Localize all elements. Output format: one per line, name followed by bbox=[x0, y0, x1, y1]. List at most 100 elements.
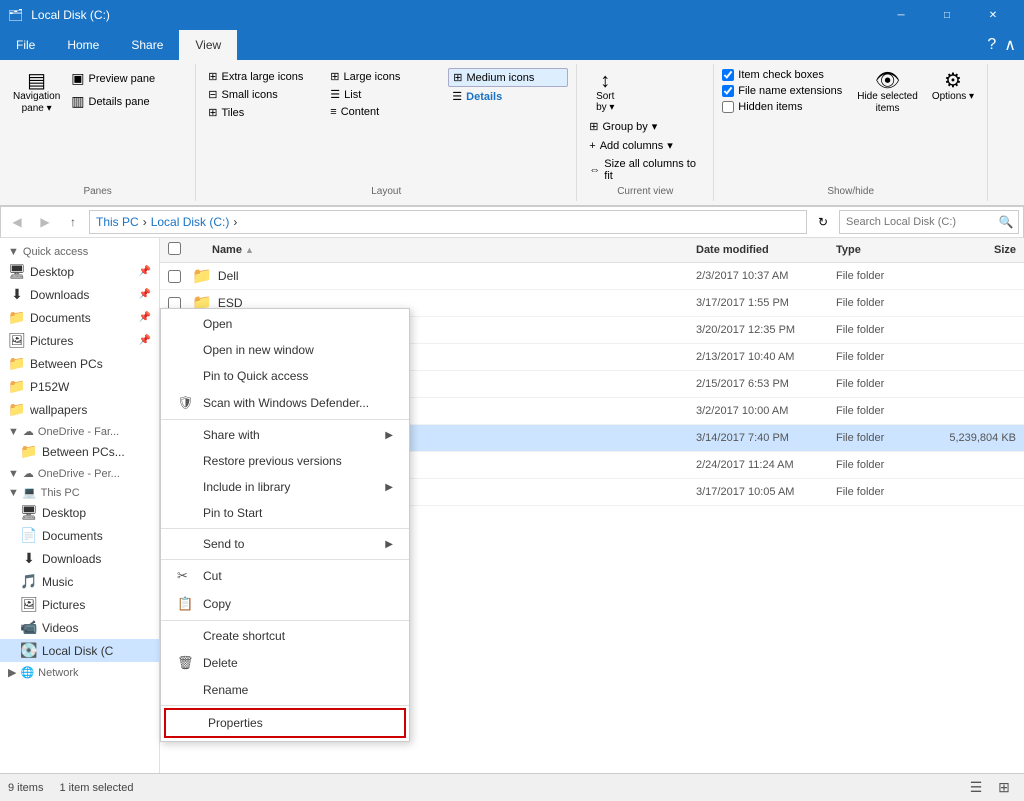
nav-pane-icon: ▤ bbox=[27, 71, 46, 91]
music-icon: 🎵 bbox=[20, 573, 38, 590]
sidebar-item-label: Desktop bbox=[42, 506, 151, 520]
file-name-extensions-checkbox[interactable]: File name extensions bbox=[722, 84, 842, 98]
sidebar-item-between-pcs-od[interactable]: 📁 Between PCs... bbox=[0, 440, 159, 463]
size-all-columns-button[interactable]: ⇔Size all columns to fit bbox=[585, 156, 705, 184]
add-columns-button[interactable]: +Add columns▾ bbox=[585, 137, 705, 154]
onedrive1-header[interactable]: ▼ ☁ OneDrive - Far... bbox=[0, 421, 159, 440]
sidebar-item-downloads[interactable]: ⬇ Downloads 📌 bbox=[0, 283, 159, 306]
ctx-open[interactable]: Open bbox=[161, 311, 409, 337]
ctx-pin-start[interactable]: Pin to Start bbox=[161, 500, 409, 526]
path-this-pc[interactable]: This PC bbox=[96, 215, 139, 229]
row-date: 3/2/2017 10:00 AM bbox=[696, 405, 836, 417]
hidden-items-input[interactable] bbox=[722, 101, 734, 113]
close-button[interactable]: ✕ bbox=[970, 0, 1016, 30]
group-by-button[interactable]: ⊞Group by▾ bbox=[585, 118, 705, 135]
sidebar-item-wallpapers[interactable]: 📁 wallpapers bbox=[0, 398, 159, 421]
path-local-disk[interactable]: Local Disk (C:) bbox=[151, 215, 230, 229]
sidebar-this-pc-documents[interactable]: 📄 Documents bbox=[0, 524, 159, 547]
file-name-extensions-input[interactable] bbox=[722, 85, 734, 97]
sidebar-this-pc-local-disk[interactable]: 💽 Local Disk (C bbox=[0, 639, 159, 662]
onedrive-expand: ▼ bbox=[8, 426, 19, 438]
ctx-send-to[interactable]: Send to▶ bbox=[161, 531, 409, 557]
col-type-header[interactable]: Type bbox=[836, 244, 936, 256]
this-pc-header[interactable]: ▼ 💻 This PC bbox=[0, 482, 159, 501]
sidebar-this-pc-videos[interactable]: 📹 Videos bbox=[0, 616, 159, 639]
ctx-pin-quick-access[interactable]: Pin to Quick access bbox=[161, 363, 409, 389]
item-check-boxes-input[interactable] bbox=[722, 69, 734, 81]
sidebar-item-desktop[interactable]: 🖥 Desktop 📌 bbox=[0, 260, 159, 283]
sidebar-this-pc-pictures[interactable]: 🖼 Pictures bbox=[0, 593, 159, 616]
minimize-button[interactable]: ─ bbox=[878, 0, 924, 30]
content-button[interactable]: ≡Content bbox=[326, 104, 446, 120]
list-button[interactable]: ☰List bbox=[326, 86, 446, 103]
ctx-include-library[interactable]: Include in library▶ bbox=[161, 474, 409, 500]
address-path[interactable]: This PC › Local Disk (C:) › bbox=[89, 210, 807, 234]
tab-file[interactable]: File bbox=[0, 30, 51, 60]
videos-icon: 📹 bbox=[20, 619, 38, 636]
forward-button[interactable]: ▶ bbox=[33, 210, 57, 234]
help-icon[interactable]: ? bbox=[987, 36, 996, 54]
extra-large-icons-button[interactable]: ⊞Extra large icons bbox=[204, 68, 324, 85]
medium-icons-button[interactable]: ⊞Medium icons bbox=[448, 68, 568, 87]
small-icons-button[interactable]: ⊟Small icons bbox=[204, 86, 324, 103]
table-row[interactable]: 📁Dell 2/3/2017 10:37 AM File folder bbox=[160, 263, 1024, 290]
file-list-header: Name ▲ Date modified Type Size bbox=[160, 238, 1024, 263]
hidden-items-checkbox[interactable]: Hidden items bbox=[722, 100, 842, 114]
large-icons-button[interactable]: ⊞Large icons bbox=[326, 68, 446, 85]
ctx-scan-defender[interactable]: 🛡Scan with Windows Defender... bbox=[161, 389, 409, 417]
up-button[interactable]: ↑ bbox=[61, 210, 85, 234]
col-name-header[interactable]: Name ▲ bbox=[192, 244, 696, 256]
large-icons-toggle[interactable]: ⊞ bbox=[992, 776, 1016, 800]
details-button[interactable]: ☰Details bbox=[448, 88, 568, 105]
details-view-toggle[interactable]: ☰ bbox=[964, 776, 988, 800]
options-button[interactable]: ⚙ Options ▾ bbox=[927, 68, 979, 118]
details-pane-button[interactable]: ▥ Details pane bbox=[67, 91, 187, 112]
ctx-open-new-window[interactable]: Open in new window bbox=[161, 337, 409, 363]
search-input[interactable] bbox=[840, 216, 994, 228]
row-check[interactable] bbox=[168, 270, 192, 283]
sidebar-item-label: Desktop bbox=[30, 265, 135, 279]
sh-buttons: 👁 Hide selecteditems ⚙ Options ▾ bbox=[852, 68, 979, 118]
sidebar-item-pictures[interactable]: 🖼 Pictures 📌 bbox=[0, 329, 159, 352]
maximize-button[interactable]: □ bbox=[924, 0, 970, 30]
network-header[interactable]: ▶ 🌐 Network bbox=[0, 662, 159, 681]
hide-selected-items-button[interactable]: 👁 Hide selecteditems bbox=[852, 68, 923, 118]
item-check-boxes-checkbox[interactable]: Item check boxes bbox=[722, 68, 842, 82]
tab-view[interactable]: View bbox=[179, 30, 237, 60]
ctx-delete[interactable]: 🗑Delete bbox=[161, 649, 409, 677]
sidebar-item-between-pcs[interactable]: 📁 Between PCs bbox=[0, 352, 159, 375]
navigation-pane-button[interactable]: ▤ Navigationpane ▾ bbox=[8, 68, 65, 118]
ctx-rename[interactable]: Rename bbox=[161, 677, 409, 703]
sort-by-button[interactable]: ↕ Sortby ▾ bbox=[585, 68, 625, 116]
sidebar-item-documents[interactable]: 📁 Documents 📌 bbox=[0, 306, 159, 329]
search-icon[interactable]: 🔍 bbox=[994, 210, 1018, 234]
col-size-header[interactable]: Size bbox=[936, 244, 1016, 256]
ctx-properties[interactable]: Properties bbox=[164, 708, 406, 738]
expand-ribbon-icon[interactable]: ∧ bbox=[1004, 35, 1016, 55]
tab-home[interactable]: Home bbox=[51, 30, 115, 60]
col-date-header[interactable]: Date modified bbox=[696, 244, 836, 256]
tiles-button[interactable]: ⊞Tiles bbox=[204, 104, 324, 121]
ctx-copy[interactable]: 📋Copy bbox=[161, 590, 409, 618]
sidebar-this-pc-desktop[interactable]: 🖥 Desktop bbox=[0, 501, 159, 524]
quick-access-header[interactable]: ▼ Quick access bbox=[0, 242, 159, 260]
delete-icon: 🗑 bbox=[177, 655, 197, 671]
preview-pane-button[interactable]: ▣ Preview pane bbox=[67, 68, 187, 89]
cv-row1: ↕ Sortby ▾ bbox=[585, 68, 625, 116]
select-all-checkbox[interactable] bbox=[168, 242, 181, 255]
ctx-restore-versions[interactable]: Restore previous versions bbox=[161, 448, 409, 474]
sidebar-this-pc-music[interactable]: 🎵 Music bbox=[0, 570, 159, 593]
this-pc-label: This PC bbox=[41, 487, 80, 499]
ribbon-group-layout: ⊞Extra large icons ⊟Small icons ⊞Tiles ⊞… bbox=[196, 64, 577, 201]
onedrive2-label: OneDrive - Per... bbox=[38, 468, 120, 480]
back-button[interactable]: ◀ bbox=[5, 210, 29, 234]
ctx-cut[interactable]: ✂Cut bbox=[161, 562, 409, 590]
ctx-create-shortcut[interactable]: Create shortcut bbox=[161, 623, 409, 649]
ctx-share-with[interactable]: Share with▶ bbox=[161, 422, 409, 448]
refresh-button[interactable]: ↻ bbox=[811, 210, 835, 234]
sidebar-item-p152w[interactable]: 📁 P152W bbox=[0, 375, 159, 398]
sidebar-this-pc-downloads[interactable]: ⬇ Downloads bbox=[0, 547, 159, 570]
ribbon-group-panes: ▤ Navigationpane ▾ ▣ Preview pane ▥ Deta… bbox=[0, 64, 196, 201]
onedrive2-header[interactable]: ▼ ☁ OneDrive - Per... bbox=[0, 463, 159, 482]
tab-share[interactable]: Share bbox=[115, 30, 179, 60]
